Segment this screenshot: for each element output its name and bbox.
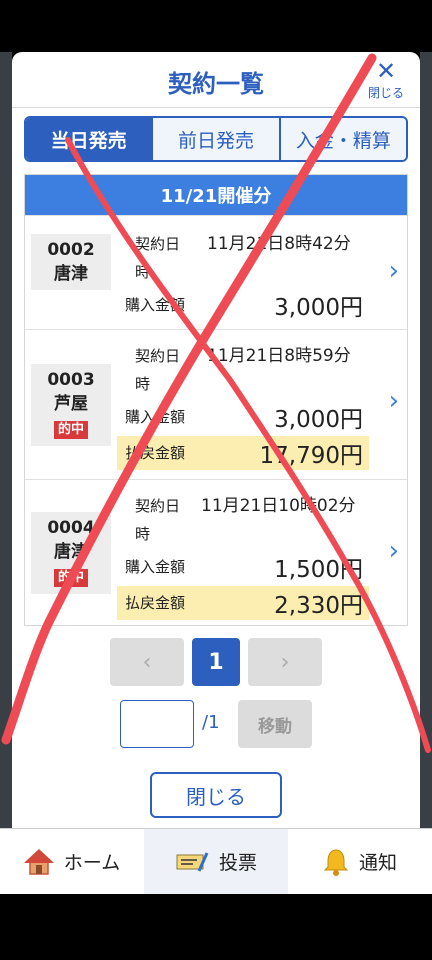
modal-header: 契約一覧 ✕ 閉じる — [12, 52, 420, 108]
modal-title: 契約一覧 — [168, 70, 264, 98]
payout-amount: 2,330円 — [274, 593, 363, 619]
page-jump: /1 移動 — [120, 700, 316, 750]
venue-name: 芦屋 — [54, 394, 88, 414]
nav-notification-label: 通知 — [358, 852, 397, 874]
hit-badge: 的中 — [53, 569, 88, 587]
contract-time-label: 契約日時 — [135, 347, 181, 393]
next-page-button[interactable]: › — [248, 638, 322, 686]
close-x-label: 閉じる — [368, 86, 405, 100]
contract-time-value: 11月21日10時02分 — [201, 496, 356, 516]
contract-list: 11/21開催分 0002 唐津 契約日時 11月21日8時42分 購入金額 3… — [24, 174, 408, 626]
list-date-header: 11/21開催分 — [25, 175, 407, 215]
venue-box: 0002 唐津 — [31, 234, 111, 290]
contract-time-label: 契約日時 — [135, 497, 181, 543]
contract-number: 0003 — [47, 370, 95, 390]
system-navigation-bar — [0, 894, 432, 960]
prev-page-button[interactable]: ‹ — [110, 638, 184, 686]
purchase-label: 購入金額 — [125, 408, 186, 426]
tab-today-sale[interactable]: 当日発売 — [26, 118, 152, 160]
page-total: /1 — [202, 712, 220, 733]
venue-name: 唐津 — [54, 264, 88, 284]
hit-badge: 的中 — [53, 421, 88, 439]
current-page-button[interactable]: 1 — [192, 638, 240, 686]
tab-deposit-settlement[interactable]: 入金・精算 — [278, 118, 406, 160]
contract-list-modal: 契約一覧 ✕ 閉じる 当日発売 前日発売 入金・精算 11/21開催分 0002… — [12, 52, 420, 830]
contract-number: 0002 — [47, 240, 95, 260]
nav-home-label: ホーム — [63, 852, 121, 874]
payout-label: 払戻金額 — [125, 594, 186, 612]
chevron-right-icon: › — [388, 256, 399, 286]
payout-label: 払戻金額 — [125, 444, 186, 462]
pagination: ‹ 1 › — [110, 638, 322, 688]
chevron-right-icon: › — [388, 386, 399, 416]
close-button[interactable]: 閉じる — [150, 772, 282, 818]
nav-home[interactable]: ホーム — [0, 829, 144, 894]
background-edge-right — [420, 52, 432, 830]
sale-tabs: 当日発売 前日発売 入金・精算 — [24, 116, 408, 162]
contract-time-value: 11月21日8時59分 — [207, 346, 351, 366]
purchase-label: 購入金額 — [125, 296, 186, 314]
purchase-amount: 3,000円 — [274, 407, 363, 433]
contract-number: 0004 — [47, 518, 95, 538]
purchase-label: 購入金額 — [125, 558, 186, 576]
payout-amount: 17,790円 — [259, 443, 363, 469]
nav-vote[interactable]: 投票 — [144, 829, 288, 894]
nav-vote-label: 投票 — [218, 852, 257, 874]
bottom-nav: ホーム 投票 通知 — [0, 828, 432, 894]
page-number-input[interactable] — [120, 700, 194, 748]
bell-icon — [323, 848, 349, 876]
home-icon — [23, 848, 54, 876]
ticket-icon — [175, 849, 209, 875]
close-x-button[interactable]: ✕ 閉じる — [368, 58, 404, 102]
contract-row[interactable]: 0003 芦屋 的中 契約日時 11月21日8時59分 購入金額 3,000円 … — [25, 329, 407, 479]
purchase-amount: 3,000円 — [274, 295, 363, 321]
move-button[interactable]: 移動 — [238, 700, 312, 748]
venue-box: 0004 唐津 的中 — [31, 512, 111, 594]
contract-row[interactable]: 0004 唐津 的中 契約日時 11月21日10時02分 購入金額 1,500円… — [25, 479, 407, 627]
purchase-amount: 1,500円 — [274, 557, 363, 583]
status-bar — [0, 0, 432, 52]
venue-box: 0003 芦屋 的中 — [31, 364, 111, 446]
nav-notification[interactable]: 通知 — [288, 829, 432, 894]
contract-time-value: 11月21日8時42分 — [207, 234, 351, 254]
chevron-right-icon: › — [388, 536, 399, 566]
contract-time-label: 契約日時 — [135, 235, 181, 281]
close-icon: ✕ — [375, 57, 397, 85]
background-edge-left — [0, 52, 12, 830]
contract-row[interactable]: 0002 唐津 契約日時 11月21日8時42分 購入金額 3,000円 › — [25, 215, 407, 329]
tab-previous-day-sale[interactable]: 前日発売 — [151, 118, 279, 160]
venue-name: 唐津 — [54, 542, 88, 562]
